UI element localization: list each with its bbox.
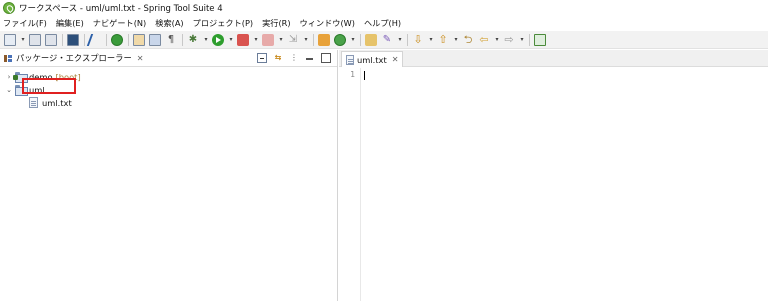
prev-annotation-icon[interactable]: ⇧ [437, 33, 449, 46]
tab-label: uml.txt [357, 54, 387, 65]
toolbar-separator [182, 33, 183, 46]
back-dropdown-icon[interactable]: ▾ [494, 34, 500, 46]
next-annotation-dropdown-icon[interactable]: ▾ [428, 34, 434, 46]
package-explorer-view: パッケージ・エクスプローラー ✕ ⇆ ⋮ › demo [boot] ⌄ uml… [0, 50, 338, 301]
title-bar: ワークスペース - uml/uml.txt - Spring Tool Suit… [0, 0, 768, 16]
new-class-icon[interactable] [334, 33, 346, 46]
search-dropdown-icon[interactable]: ▾ [397, 34, 403, 46]
menu-file[interactable]: ファイル(F) [3, 17, 47, 29]
link-with-editor-icon[interactable]: ⇆ [273, 53, 283, 63]
text-caret [364, 71, 365, 80]
back-icon[interactable]: ⇦ [478, 33, 490, 46]
forward-dropdown-icon[interactable]: ▾ [519, 34, 525, 46]
open-perspective-icon[interactable] [365, 33, 377, 46]
collapse-all-icon[interactable] [257, 53, 267, 63]
forward-icon[interactable]: ⇨ [503, 33, 515, 46]
new-dropdown-icon[interactable]: ▾ [20, 34, 26, 46]
boot-dashboard-icon[interactable] [111, 33, 123, 46]
external-tools-icon[interactable]: ⇲ [287, 34, 299, 46]
debug-dropdown-icon[interactable]: ▾ [203, 34, 209, 46]
window-title: ワークスペース - uml/uml.txt - Spring Tool Suit… [19, 4, 223, 14]
open-task-icon[interactable] [149, 33, 161, 46]
last-edit-icon[interactable]: ⮌ [462, 33, 474, 46]
toolbar-separator [128, 33, 129, 46]
spring-leaf-icon [3, 2, 15, 14]
tree-item-uml-txt[interactable]: uml.txt [0, 96, 338, 109]
stop-dropdown-icon[interactable]: ▾ [278, 34, 284, 46]
new-class-dropdown-icon[interactable]: ▾ [350, 34, 356, 46]
terminal-icon[interactable] [67, 33, 79, 46]
stop-icon[interactable] [262, 33, 274, 46]
menu-edit[interactable]: 編集(E) [56, 17, 84, 29]
coverage-dropdown-icon[interactable]: ▾ [253, 34, 259, 46]
menu-bar: ファイル(F) 編集(E) ナビゲート(N) 検索(A) プロジェクト(P) 実… [0, 16, 768, 30]
view-actions: ⇆ ⋮ [251, 53, 331, 63]
save-all-icon[interactable] [45, 33, 57, 46]
debug-icon[interactable]: ✱ [187, 34, 199, 46]
toolbar-separator [313, 33, 314, 46]
highlight-annotation-box [22, 78, 76, 94]
line-number: 1 [350, 70, 355, 79]
menu-help[interactable]: ヘルプ(H) [364, 17, 401, 29]
run-icon[interactable] [212, 33, 224, 46]
expand-chevron-icon[interactable]: › [5, 73, 13, 81]
text-file-icon [346, 54, 354, 65]
next-annotation-icon[interactable]: ⇩ [412, 33, 424, 46]
boot-badge-icon [13, 75, 18, 80]
menu-run[interactable]: 実行(R) [262, 17, 290, 29]
toolbar-separator [84, 33, 85, 46]
tree-item-label: uml.txt [42, 97, 72, 108]
text-editor: uml.txt ✕ 1 [339, 50, 768, 301]
collapse-chevron-icon[interactable]: ⌄ [5, 86, 13, 94]
new-icon[interactable] [4, 33, 16, 46]
menu-window[interactable]: ウィンドウ(W) [300, 17, 355, 29]
toolbar-separator [529, 33, 530, 46]
package-explorer-title[interactable]: パッケージ・エクスプローラー [16, 52, 132, 64]
coverage-icon[interactable] [237, 33, 249, 46]
toolbar-separator [407, 33, 408, 46]
new-package-icon[interactable] [318, 33, 330, 46]
prev-annotation-dropdown-icon[interactable]: ▾ [453, 34, 459, 46]
editor-text-area[interactable] [362, 68, 768, 301]
save-icon[interactable] [29, 33, 41, 46]
run-dropdown-icon[interactable]: ▾ [228, 34, 234, 46]
pin-editor-icon[interactable] [534, 33, 546, 46]
tab-uml-txt[interactable]: uml.txt ✕ [341, 51, 403, 67]
toolbar-separator [62, 33, 63, 46]
toolbar-separator [106, 33, 107, 46]
toggle-mark-icon[interactable] [86, 33, 104, 46]
minimize-icon[interactable] [305, 53, 315, 63]
open-type-icon[interactable] [133, 33, 145, 46]
maximize-icon[interactable] [321, 53, 331, 63]
close-tab-icon[interactable]: ✕ [392, 55, 399, 64]
view-menu-icon[interactable]: ⋮ [289, 53, 299, 63]
show-whitespace-icon[interactable]: ¶ [165, 34, 177, 46]
main-toolbar: ▾ ¶ ✱ ▾ ▾ ▾ ▾ ⇲ ▾ ▾ ✎ ▾ ⇩ ▾ ⇧ ▾ ⮌ ⇦ ▾ ⇨ … [0, 31, 768, 49]
search-icon[interactable]: ✎ [381, 34, 393, 46]
text-file-icon [29, 97, 38, 108]
package-explorer-icon [4, 54, 13, 63]
line-number-gutter: 1 [339, 68, 361, 301]
menu-project[interactable]: プロジェクト(P) [193, 17, 253, 29]
menu-search[interactable]: 検索(A) [155, 17, 183, 29]
toolbar-separator [360, 33, 361, 46]
menu-navigate[interactable]: ナビゲート(N) [93, 17, 146, 29]
editor-tab-bar: uml.txt ✕ [339, 50, 768, 67]
external-tools-dropdown-icon[interactable]: ▾ [303, 34, 309, 46]
close-view-icon[interactable]: ✕ [137, 54, 144, 63]
